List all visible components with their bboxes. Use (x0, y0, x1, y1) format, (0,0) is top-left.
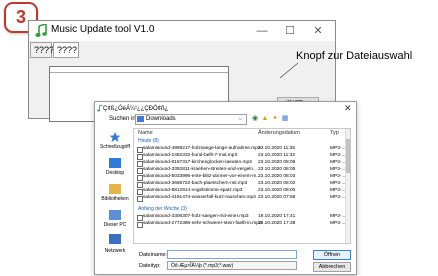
lookin-select[interactable]: Downloads (135, 114, 247, 125)
cancel-button[interactable]: Abbrechen (313, 262, 351, 272)
place-network[interactable]: Netzwerk (99, 248, 131, 254)
window-title: Music Update tool V1.0 (51, 24, 155, 35)
chevron-down-icon[interactable]: ⌵ (238, 114, 243, 125)
tab-2[interactable]: ???? (53, 42, 79, 58)
music-note-icon (35, 24, 47, 37)
minimize-button[interactable]: — (253, 23, 271, 39)
lookin-value: Downloads (146, 116, 176, 122)
star-icon[interactable] (109, 132, 121, 142)
open-button[interactable]: Öffnen (313, 250, 351, 260)
file-row[interactable]: salamisound-8812914-vogelstimme-spatz.mp… (134, 188, 346, 195)
download-folder-icon (137, 116, 144, 122)
place-this-pc[interactable]: Dieser PC (99, 222, 131, 228)
scrollbar-thumb[interactable] (346, 139, 350, 173)
dialog-close-button[interactable]: ✕ (344, 103, 352, 114)
callout-pointer (280, 62, 299, 78)
file-row[interactable]: salamisound-3666722-bach-plaetschern-mit… (134, 181, 346, 188)
place-desktop[interactable]: Desktop (99, 170, 131, 176)
places-bar: Schnellzugriff Desktop Bibliotheken Dies… (99, 128, 131, 246)
file-row[interactable]: salamisound-3306307-holz-saegen-mit-eine… (134, 214, 346, 221)
group-today[interactable]: Heute (8) (138, 138, 159, 144)
file-row[interactable]: salamisound-4989217-holzsaege-lange-aufn… (134, 146, 346, 153)
view-menu-icon[interactable]: ▦ (281, 115, 289, 123)
column-name[interactable]: Name (138, 130, 153, 136)
file-row[interactable]: salamisound-5033996-ente-blitz-donner-vo… (134, 174, 346, 181)
textarea-header (50, 67, 228, 73)
place-libraries[interactable]: Bibliotheken (99, 196, 131, 202)
library-icon[interactable] (109, 184, 121, 194)
file-row[interactable]: salamisound-2482332-hund-bellt-7-mal.mp3… (134, 153, 346, 160)
filename-label: Dateiname: (139, 252, 168, 258)
network-icon[interactable] (109, 234, 121, 244)
step-number: 3 (15, 7, 26, 27)
filename-input[interactable] (167, 250, 297, 259)
back-icon[interactable]: ◉ (251, 115, 259, 123)
file-row[interactable]: salamisound-3392811-kraehen-streiten-und… (134, 167, 346, 174)
callout-label: Knopf zur Dateiauswahl (296, 50, 413, 62)
title-bar: Music Update tool V1.0 — ☐ ✕ (29, 21, 335, 41)
desktop-icon[interactable] (109, 158, 121, 168)
lookin-label: Suchen in: (109, 116, 138, 122)
new-folder-icon[interactable]: ✦ (271, 115, 279, 123)
file-list: Name Änderungsdatum Typ Heute (8) salami… (133, 128, 351, 244)
file-row[interactable]: salamisound-4191474-wasserfall-kurz-raus… (134, 195, 346, 202)
place-quick-access[interactable]: Schnellzugriff (99, 144, 131, 150)
group-this-week[interactable]: Anfang der Woche (3) (138, 206, 187, 212)
dialog-title: Ç¢ß¿ÓèÁ¼¹¿¿ÇÐÓ¢ß¿ (103, 106, 169, 112)
file-open-dialog: Ç¢ß¿ÓèÁ¼¹¿¿ÇÐÓ¢ß¿ ✕ Suchen in: Downloads… (94, 101, 357, 275)
file-row[interactable]: salamisound-8167317-kirchenglocken-laeut… (134, 160, 346, 167)
up-folder-icon[interactable]: ▲ (261, 115, 269, 123)
column-date[interactable]: Änderungsdatum (258, 130, 300, 136)
tab-1[interactable]: ???? (30, 42, 54, 58)
filetype-select[interactable]: Òô·Æµ×ÎÄ¼þ (*.mp3;*.wav) (167, 261, 297, 270)
file-row[interactable]: salamisound-2772386-sehr-schwerer-stein-… (134, 221, 346, 228)
column-type[interactable]: Typ (330, 130, 339, 136)
filetype-label: Dateityp: (139, 263, 161, 269)
computer-icon[interactable] (109, 210, 121, 220)
close-button[interactable]: ✕ (309, 23, 327, 39)
maximize-button[interactable]: ☐ (281, 23, 299, 39)
